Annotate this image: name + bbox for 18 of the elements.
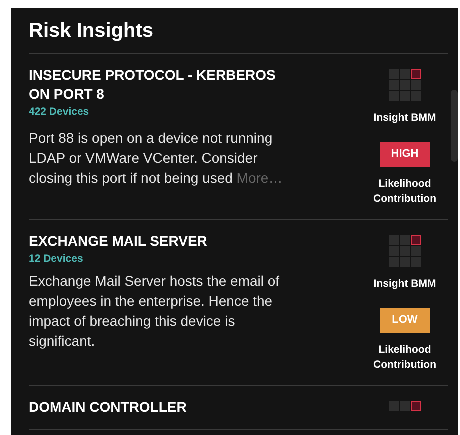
device-count-link[interactable]: 12 Devices [29, 253, 291, 265]
scrollbar[interactable] [451, 90, 458, 162]
likelihood-badge: LOW [380, 308, 430, 333]
bmm-grid-icon [389, 69, 421, 101]
likelihood-label: Likelihood Contribution [372, 177, 438, 207]
device-count-link[interactable]: 422 Devices [29, 106, 291, 118]
likelihood-label: Likelihood Contribution [372, 343, 438, 373]
likelihood-badge: HIGH [380, 142, 430, 167]
panel-title: Risk Insights [29, 8, 448, 54]
bmm-label: Insight BMM [374, 111, 436, 126]
insight-title: EXCHANGE MAIL SERVER [29, 232, 208, 251]
bmm-grid-icon [389, 235, 421, 267]
insight-title: DOMAIN CONTROLLER [29, 398, 188, 417]
insight-title: INSECURE PROTOCOL - KERBEROS ON PORT 8 [29, 66, 277, 104]
bmm-grid-icon [389, 401, 421, 411]
insight-description: Port 88 is open on a device not running LDAP or VMWare VCenter. Consider closing this port if not being used More… [29, 129, 284, 188]
bmm-label: Insight BMM [374, 277, 436, 292]
insight-description: Exchange Mail Server hosts the email of employees in the enterprise. Hence the impact of breaching this device is significant. [29, 272, 281, 351]
